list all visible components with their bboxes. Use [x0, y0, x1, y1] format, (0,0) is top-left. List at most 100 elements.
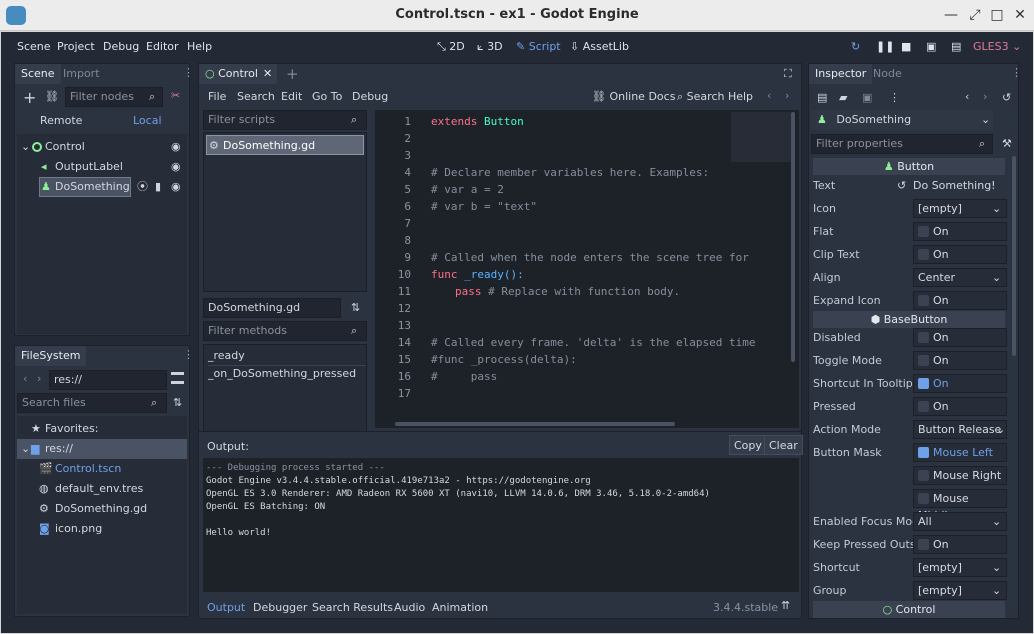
- play-scene-icon[interactable]: ▣: [926, 40, 936, 53]
- visibility-eye-icon[interactable]: ◉: [171, 137, 181, 157]
- expand-panel-icon[interactable]: ⇈: [781, 599, 790, 612]
- script-list-item[interactable]: ⚙ DoSomething.gd: [206, 135, 364, 155]
- tab-control[interactable]: ○ Control ✕: [199, 64, 277, 84]
- history-icon[interactable]: ↺: [1002, 91, 1011, 104]
- online-docs-button[interactable]: ⛓ Online Docs: [592, 90, 675, 103]
- remote-button[interactable]: Remote: [40, 114, 82, 127]
- history-back-icon[interactable]: ‹: [767, 89, 771, 102]
- filter-properties-input[interactable]: Filter properties: [811, 134, 993, 154]
- workspace-2d[interactable]: ⤡ 2D: [437, 40, 465, 54]
- link-icon[interactable]: ⛓: [45, 90, 59, 103]
- dock-menu-icon[interactable]: ⋮: [1011, 66, 1018, 79]
- tab-inspector[interactable]: Inspector: [809, 64, 873, 84]
- search-help-button[interactable]: ⌕ Search Help: [677, 90, 753, 104]
- script-menu-debug[interactable]: Debug: [352, 90, 388, 103]
- search-files-input[interactable]: Search files: [17, 393, 167, 413]
- mask-middle-checkbox[interactable]: Mouse Middle: [913, 489, 1007, 522]
- section-button[interactable]: ♟ Button: [813, 158, 1005, 175]
- object-selector[interactable]: ♟ DoSomething ⌄: [811, 110, 993, 130]
- method-item[interactable]: _ready: [208, 346, 366, 366]
- section-control[interactable]: ○ Control: [813, 601, 1005, 618]
- close-tab-icon[interactable]: ✕: [263, 64, 272, 84]
- script-menu-file[interactable]: File: [208, 90, 226, 103]
- filter-scripts-input[interactable]: Filter scripts: [203, 110, 367, 130]
- file-item-res[interactable]: ⌄ ▆ res://: [17, 439, 187, 459]
- menu-project[interactable]: Project: [57, 40, 95, 53]
- workspace-script[interactable]: ✎ Script: [516, 40, 561, 53]
- shortcut-resource-picker[interactable]: [empty] ⌄: [913, 558, 1007, 577]
- revert-icon[interactable]: ↺: [897, 176, 906, 196]
- inspector-scrollbar[interactable]: [1012, 156, 1016, 356]
- dock-menu-icon[interactable]: ⋮: [183, 348, 194, 361]
- menu-scene[interactable]: Scene: [17, 40, 51, 53]
- shortcut-tooltip-checkbox[interactable]: On: [913, 374, 1007, 393]
- collapse-icon[interactable]: ⌄: [21, 137, 30, 157]
- dock-menu-icon[interactable]: ⋮: [183, 66, 194, 79]
- align-select[interactable]: Center ⌄: [913, 268, 1007, 287]
- script-menu-search[interactable]: Search: [237, 90, 275, 103]
- menu-debug[interactable]: Debug: [103, 40, 139, 53]
- code-editor[interactable]: 1 extends Button 2 3 4 # Declare member varia…: [375, 110, 799, 428]
- tab-filesystem[interactable]: FileSystem: [15, 346, 87, 366]
- prev-object-icon[interactable]: ‹: [965, 90, 969, 103]
- text-value-field[interactable]: Do Something!: [913, 176, 996, 196]
- bottom-tab-output[interactable]: Output: [207, 601, 245, 614]
- action-mode-select[interactable]: Button Release ⌄: [913, 420, 1007, 439]
- tree-node-dosomething[interactable]: ♟ DoSomething ⦿ ▮ ◉: [17, 177, 187, 197]
- file-item-control-tscn[interactable]: 🎬 Control.tscn: [17, 459, 187, 479]
- menu-help[interactable]: Help: [187, 40, 212, 53]
- expand-icon-checkbox[interactable]: On: [913, 291, 1007, 310]
- stop-icon[interactable]: ■: [901, 40, 911, 53]
- more-icon[interactable]: ⋮: [889, 91, 900, 104]
- collapse-icon[interactable]: ⌄: [21, 439, 30, 459]
- filter-methods-input[interactable]: Filter methods: [203, 321, 367, 341]
- icon-resource-picker[interactable]: [empty] ⌄: [913, 199, 1007, 218]
- flat-checkbox[interactable]: On: [913, 222, 1007, 241]
- copy-button[interactable]: Copy: [729, 435, 767, 455]
- vertical-scrollbar[interactable]: [791, 112, 795, 362]
- script-menu-edit[interactable]: Edit: [281, 90, 302, 103]
- tab-scene[interactable]: Scene: [15, 64, 61, 84]
- sort-icon[interactable]: ⇅: [351, 301, 360, 314]
- renderer-select[interactable]: GLES3 ⌄: [973, 40, 1021, 53]
- favorites-item[interactable]: ★ Favorites:: [17, 419, 187, 439]
- add-tab-icon[interactable]: +: [286, 65, 299, 83]
- signal-icon[interactable]: ⦿: [137, 177, 148, 197]
- focus-mode-select[interactable]: All ⌄: [913, 512, 1007, 531]
- tab-node[interactable]: Node: [867, 64, 908, 84]
- new-resource-icon[interactable]: ▤: [817, 91, 827, 104]
- clip-text-checkbox[interactable]: On: [913, 245, 1007, 264]
- forward-icon[interactable]: ›: [37, 372, 41, 385]
- property-settings-icon[interactable]: ⚒: [1002, 137, 1012, 150]
- file-item-dosomething-gd[interactable]: ⚙ DoSomething.gd: [17, 499, 187, 519]
- horizontal-scrollbar[interactable]: [395, 422, 675, 426]
- file-item-default-env[interactable]: ◍ default_env.tres: [17, 479, 187, 499]
- pause-icon[interactable]: ❚❚: [876, 40, 894, 53]
- history-forward-icon[interactable]: ›: [785, 89, 789, 102]
- split-view-icon[interactable]: [171, 372, 184, 384]
- script-attach-icon[interactable]: ✂: [171, 89, 180, 102]
- toggle-mode-checkbox[interactable]: On: [913, 351, 1007, 370]
- minimize-icon[interactable]: —: [942, 6, 960, 24]
- script-menu-goto[interactable]: Go To: [312, 90, 342, 103]
- play-custom-icon[interactable]: ▤: [951, 40, 961, 53]
- clear-button[interactable]: Clear: [764, 435, 803, 455]
- script-icon[interactable]: ▮: [155, 177, 161, 197]
- restore-icon[interactable]: ⤢: [966, 6, 984, 24]
- workspace-3d[interactable]: ⟀ 3D: [477, 40, 503, 54]
- path-input[interactable]: res://: [49, 370, 167, 390]
- method-item[interactable]: _on_DoSomething_pressed: [208, 364, 366, 384]
- fullscreen-icon[interactable]: ⛶: [784, 67, 792, 81]
- menu-editor[interactable]: Editor: [146, 40, 179, 53]
- sort-icon[interactable]: ⇅: [173, 396, 182, 409]
- open-folder-icon[interactable]: ▰: [839, 91, 847, 104]
- visibility-eye-icon[interactable]: ◉: [171, 157, 181, 177]
- add-node-icon[interactable]: +: [23, 88, 36, 107]
- section-basebutton[interactable]: ⬢ BaseButton: [813, 311, 1005, 328]
- mask-right-checkbox[interactable]: Mouse Right: [913, 466, 1007, 485]
- group-resource-picker[interactable]: [empty] ⌄: [913, 581, 1007, 600]
- disabled-checkbox[interactable]: On: [913, 328, 1007, 347]
- bottom-tab-search-results[interactable]: Search Results: [312, 601, 393, 614]
- next-object-icon[interactable]: ›: [983, 90, 987, 103]
- tree-node-control[interactable]: ⌄ Control ◉: [17, 137, 187, 157]
